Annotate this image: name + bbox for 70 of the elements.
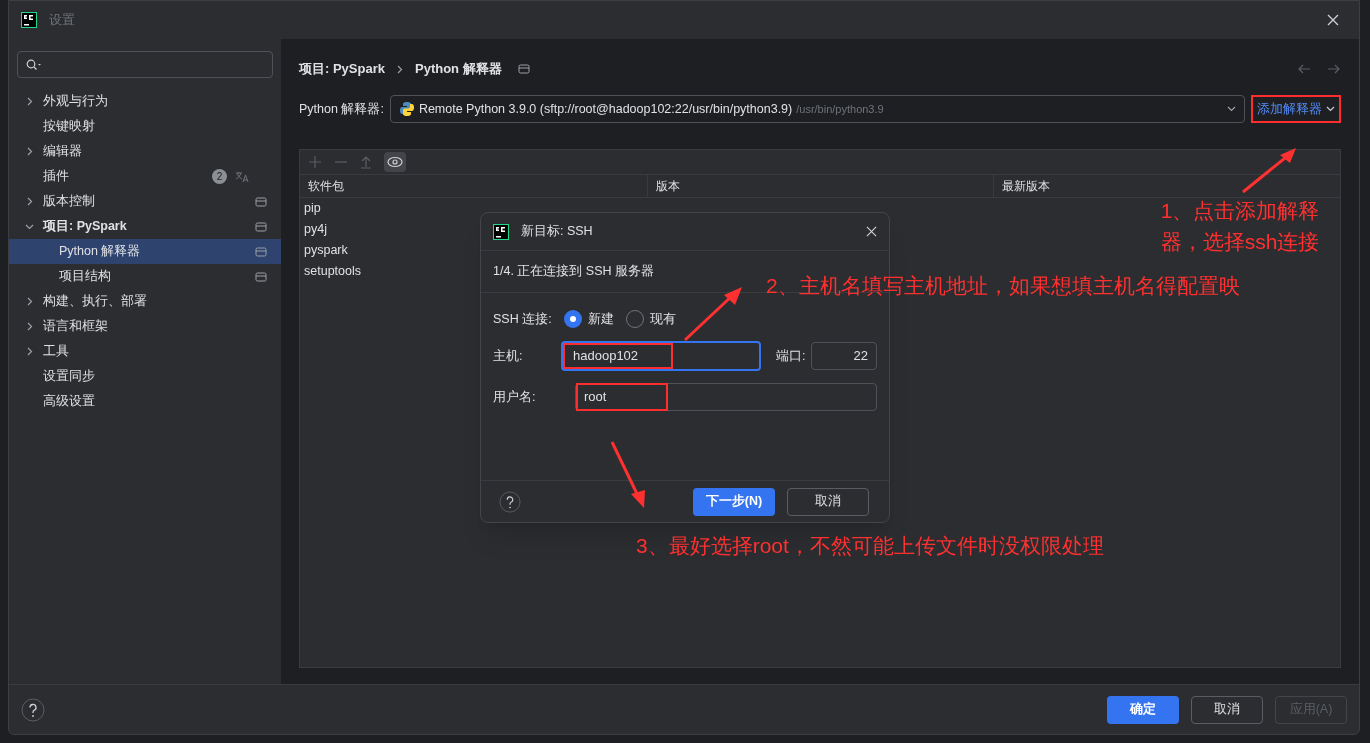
- field-label: SSH 连接:: [493, 310, 552, 328]
- host-field[interactable]: hadoop102: [561, 341, 761, 371]
- column-header: 版本: [646, 175, 994, 197]
- count-badge: 2: [212, 169, 227, 184]
- breadcrumb-item[interactable]: 项目: PySpark: [299, 59, 385, 79]
- sidebar-item[interactable]: 版本控制: [9, 189, 281, 214]
- close-icon[interactable]: [866, 226, 877, 237]
- help-icon[interactable]: [499, 490, 521, 513]
- annotation-text: 3、最好选择root，不然可能上传文件时没权限处理: [636, 533, 1104, 559]
- breadcrumb-item: Python 解释器: [415, 60, 502, 79]
- ok-button[interactable]: 确定: [1107, 695, 1179, 724]
- add-interpreter-button[interactable]: 添加解释器: [1251, 95, 1341, 123]
- username-value: root: [576, 383, 668, 411]
- host-value: hadoop102: [563, 343, 673, 369]
- table-cell-text: setuptools: [304, 263, 361, 281]
- sidebar-item[interactable]: 项目结构: [9, 264, 281, 289]
- sidebar-item[interactable]: 插件 2: [9, 164, 281, 189]
- annotation-text: 2、主机名填写主机地址，如果想填主机名得配置映: [766, 273, 1240, 299]
- sidebar-item[interactable]: 按键映射: [9, 114, 281, 139]
- radio-label[interactable]: 新建: [587, 309, 614, 329]
- window-title: 设置: [49, 11, 75, 30]
- sidebar-item[interactable]: Python 解释器: [9, 239, 281, 264]
- chevron-icon: [397, 64, 403, 74]
- dialog-title: 新目标: SSH: [521, 223, 593, 241]
- sidebar-item[interactable]: 设置同步: [9, 364, 281, 389]
- field-label: 用户名:: [493, 388, 537, 406]
- sidebar-item[interactable]: 高级设置: [9, 389, 281, 414]
- cancel-button[interactable]: 取消: [1191, 695, 1263, 724]
- close-icon[interactable]: [1327, 14, 1339, 26]
- column-header: 最新版本: [993, 175, 1340, 197]
- search-field[interactable]: [17, 51, 273, 78]
- help-icon[interactable]: [21, 697, 45, 722]
- add-icon[interactable]: [308, 155, 322, 169]
- port-value: 22: [853, 347, 868, 366]
- sidebar-item[interactable]: 项目: PySpark: [9, 214, 281, 239]
- field-label: Python 解释器:: [299, 100, 384, 118]
- app-logo-icon: [493, 223, 509, 240]
- python-icon: [398, 101, 415, 117]
- eye-icon[interactable]: [384, 152, 406, 172]
- next-button[interactable]: 下一步(N): [693, 487, 775, 516]
- back-arrow-icon[interactable]: [1297, 64, 1311, 74]
- cancel-button[interactable]: 取消: [787, 487, 869, 516]
- table-cell-text: pyspark: [304, 242, 348, 260]
- arrow-drawing: [682, 286, 744, 342]
- field-label: 端口:: [776, 347, 806, 365]
- sidebar-item[interactable]: 语言和框架: [9, 314, 281, 339]
- sidebar-item[interactable]: 外观与行为: [9, 89, 281, 114]
- annotation-text: 1、点击添加解释器，选择ssh连接: [1159, 198, 1321, 255]
- table-cell-text: pip: [304, 200, 321, 218]
- app-logo-icon: [21, 12, 37, 28]
- radio-button[interactable]: [563, 310, 582, 328]
- sidebar-item[interactable]: 编辑器: [9, 139, 281, 164]
- sidebar-item[interactable]: 构建、执行、部署: [9, 289, 281, 314]
- radio-label[interactable]: 现有: [649, 309, 676, 329]
- column-header: 软件包: [307, 178, 345, 195]
- table-cell-text: py4j: [304, 221, 327, 239]
- window-icon: [517, 64, 530, 74]
- translate-icon: [235, 170, 249, 183]
- username-field[interactable]: root: [575, 383, 877, 411]
- interpreter-dropdown[interactable]: Remote Python 3.9.0 (sftp://root@hadoop102:22/usr/bin/python3.9) /usr/bin/python3.9: [389, 95, 1245, 123]
- search-icon: [26, 58, 42, 71]
- field-label: 主机:: [493, 347, 524, 365]
- sidebar-item[interactable]: 工具: [9, 339, 281, 364]
- interpreter-name: Remote Python 3.9.0 (sftp://root@hadoop102:22/usr/bin/python3.9): [418, 100, 793, 118]
- upgrade-icon[interactable]: [360, 155, 372, 169]
- step-title: 1/4. 正在连接到 SSH 服务器: [493, 263, 654, 281]
- caret-icon: [1326, 106, 1335, 112]
- forward-arrow-icon[interactable]: [1327, 64, 1341, 74]
- interpreter-path: /usr/bin/python3.9: [796, 101, 884, 117]
- port-field[interactable]: 22: [811, 342, 877, 370]
